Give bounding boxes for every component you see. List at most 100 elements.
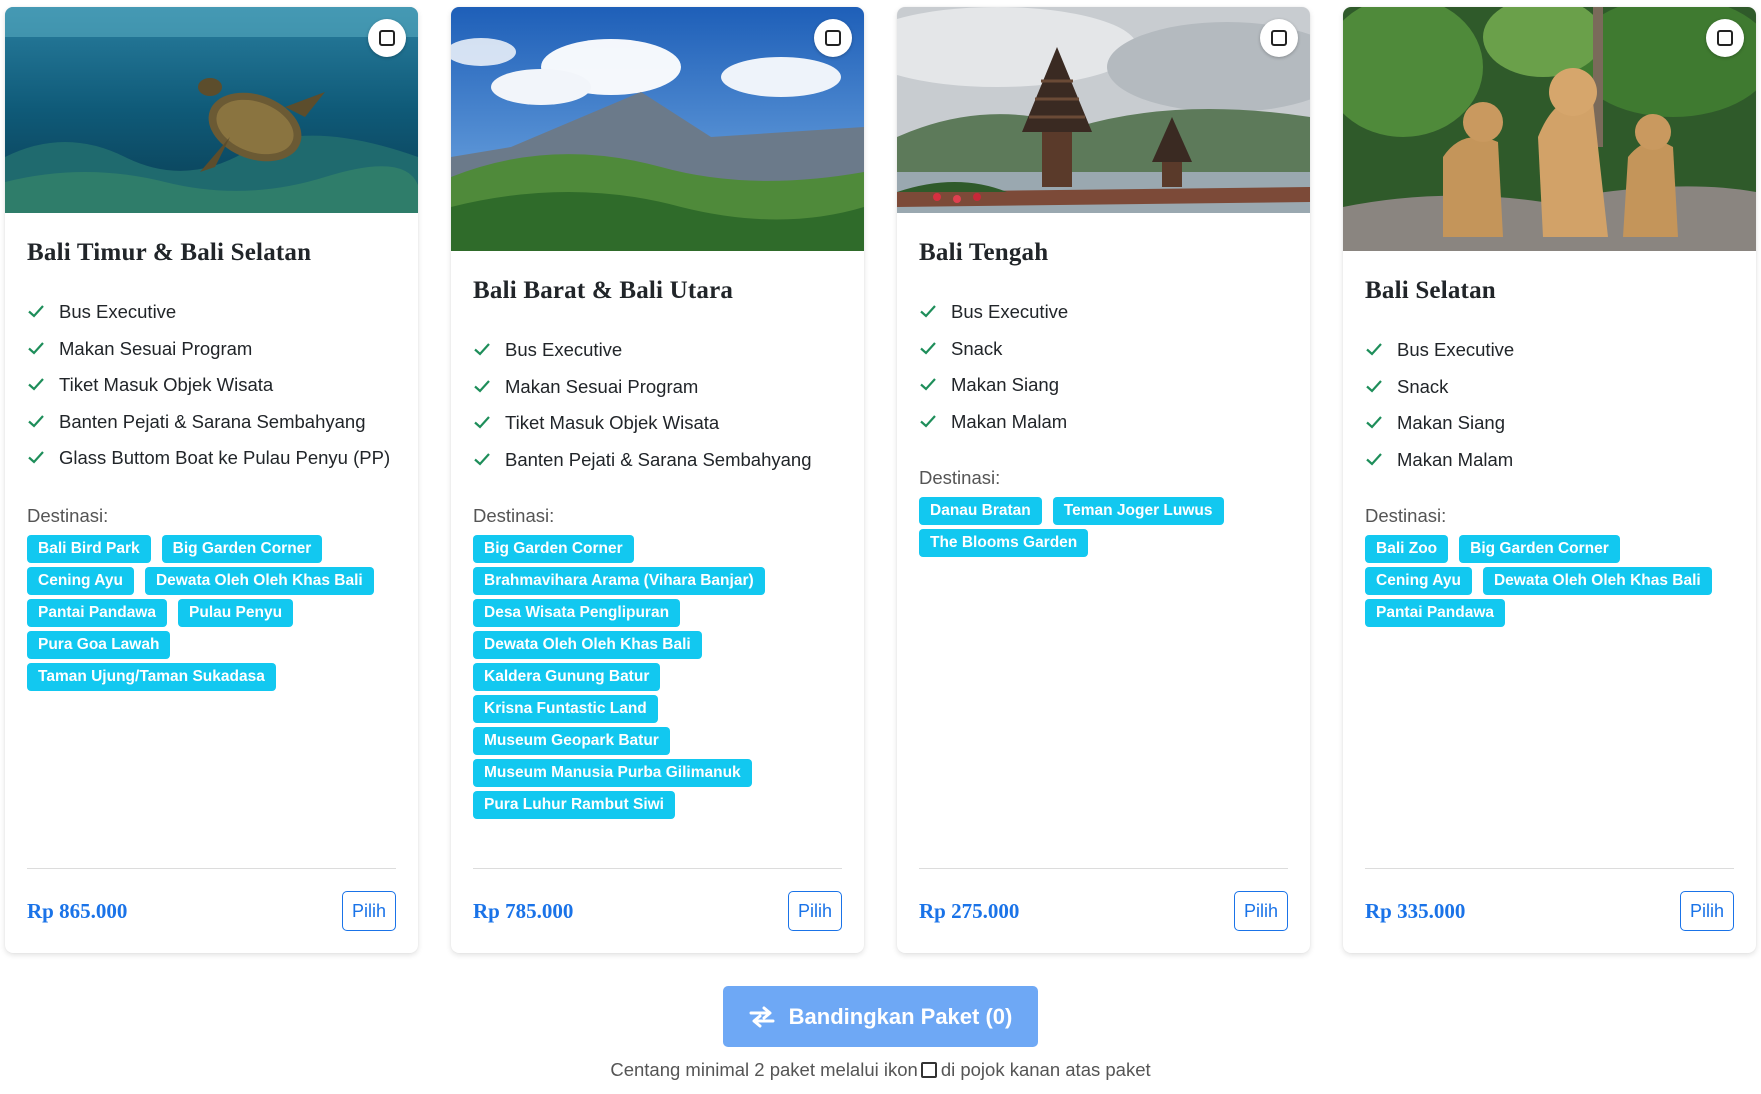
compare-hint: Centang minimal 2 paket melalui ikon di p… xyxy=(0,1059,1761,1081)
compare-button-label: Bandingkan Paket (0) xyxy=(788,1003,1013,1029)
destination-tag: Big Garden Corner xyxy=(1459,534,1620,563)
compare-section: Bandingkan Paket (0) xyxy=(0,986,1761,1047)
feature-item: Bus Executive xyxy=(1365,335,1734,364)
destination-tag: Bali Zoo xyxy=(1365,534,1449,563)
package-card: Bali Selatan Bus Executive Snack Makan S… xyxy=(1343,7,1756,953)
destination-tag: Krisna Funtastic Land xyxy=(473,694,658,723)
package-title: Bali Tengah xyxy=(919,239,1049,266)
compare-checkbox[interactable] xyxy=(1706,19,1744,57)
check-icon xyxy=(28,378,44,391)
package-title: Bali Timur & Bali Selatan xyxy=(27,239,312,266)
feature-item: Tiket Masuk Objek Wisata xyxy=(27,370,396,399)
check-icon xyxy=(474,343,490,356)
compare-checkbox[interactable] xyxy=(814,19,852,57)
destination-tag: Big Garden Corner xyxy=(473,534,634,563)
package-image xyxy=(1343,7,1756,251)
compare-packages-button[interactable]: Bandingkan Paket (0) xyxy=(723,986,1038,1047)
feature-item: Banten Pejati & Sarana Sembahyang xyxy=(27,407,396,436)
destination-tag: Museum Manusia Purba Gilimanuk xyxy=(473,758,752,787)
destination-tag: Taman Ujung/Taman Sukadasa xyxy=(27,663,276,691)
swap-arrows-icon xyxy=(749,1006,775,1027)
destination-tag: Pantai Pandawa xyxy=(1365,598,1506,627)
package-title: Bali Selatan xyxy=(1365,277,1496,304)
destination-tag: Pura Luhur Rambut Siwi xyxy=(473,790,675,819)
check-icon xyxy=(920,378,936,391)
hint-text-after: di pojok kanan atas paket xyxy=(940,1059,1151,1080)
card-footer: Rp 865.000 Pilih xyxy=(27,868,396,953)
destination-tag: Big Garden Corner xyxy=(161,535,323,563)
destination-tag: Bali Bird Park xyxy=(27,535,151,563)
destination-tags: Big Garden Corner Brahmavihara Arama (Vi… xyxy=(473,534,842,819)
destinations-label: Destinasi: xyxy=(919,466,1001,488)
compare-checkbox[interactable] xyxy=(1260,19,1298,57)
package-image xyxy=(5,7,418,213)
card-footer: Rp 335.000 Pilih xyxy=(1365,868,1734,953)
feature-list: Bus Executive Snack Makan Siang Makan Ma… xyxy=(919,297,1288,436)
feature-item: Bus Executive xyxy=(27,297,396,326)
check-icon xyxy=(28,414,44,428)
compare-checkbox[interactable] xyxy=(368,19,406,57)
destination-tag: Teman Joger Luwus xyxy=(1052,496,1224,525)
feature-item: Makan Malam xyxy=(1365,445,1734,474)
package-image xyxy=(897,7,1310,213)
feature-item: Banten Pejati & Sarana Sembahyang xyxy=(473,445,842,474)
check-icon xyxy=(28,451,44,464)
destination-tag: Dewata Oleh Oleh Khas Bali xyxy=(144,567,374,595)
check-icon xyxy=(1366,379,1382,393)
pick-button[interactable]: Pilih xyxy=(1679,891,1734,931)
feature-item: Snack xyxy=(1365,372,1734,401)
destination-tag: Cening Ayu xyxy=(1365,566,1472,595)
check-icon xyxy=(920,414,936,428)
package-title: Bali Barat & Bali Utara xyxy=(473,277,734,304)
check-icon xyxy=(474,452,490,466)
card-footer: Rp 275.000 Pilih xyxy=(919,868,1288,953)
feature-item: Makan Siang xyxy=(1365,408,1734,437)
destinations-label: Destinasi: xyxy=(27,505,109,526)
check-icon xyxy=(1366,452,1382,466)
destination-tag: Brahmavihara Arama (Vihara Banjar) xyxy=(473,566,765,595)
check-icon xyxy=(920,305,936,318)
destination-tags: Bali Bird Park Big Garden Corner Cening … xyxy=(27,535,396,691)
destination-tag: Danau Bratan xyxy=(919,496,1042,525)
package-card: Bali Barat & Bali Utara Bus Executive Ma… xyxy=(451,7,864,953)
feature-item: Glass Buttom Boat ke Pulau Penyu (PP) xyxy=(27,443,396,472)
package-price: Rp 275.000 xyxy=(919,898,1020,923)
check-icon xyxy=(28,305,44,318)
package-card: Bali Tengah Bus Executive Snack Makan Si… xyxy=(897,7,1310,953)
card-footer: Rp 785.000 Pilih xyxy=(473,868,842,953)
destination-tag: Pura Goa Lawah xyxy=(27,631,171,659)
check-icon xyxy=(28,341,44,355)
destination-tag: Desa Wisata Penglipuran xyxy=(473,598,681,627)
checkbox-icon xyxy=(1717,30,1733,46)
destination-tag: Pulau Penyu xyxy=(178,599,294,627)
package-image xyxy=(451,7,864,251)
destinations-label: Destinasi: xyxy=(1365,504,1447,526)
feature-item: Makan Sesuai Program xyxy=(473,372,842,401)
pick-button[interactable]: Pilih xyxy=(787,891,842,931)
destination-tag: Pantai Pandawa xyxy=(27,599,168,627)
check-icon xyxy=(920,341,936,355)
package-grid: Bali Timur & Bali Selatan Bus Executive … xyxy=(5,7,1756,953)
check-icon xyxy=(1366,416,1382,429)
destination-tag: Dewata Oleh Oleh Khas Bali xyxy=(1482,566,1712,595)
package-price: Rp 785.000 xyxy=(473,898,574,923)
feature-item: Makan Malam xyxy=(919,407,1288,436)
feature-list: Bus Executive Makan Sesuai Program Tiket… xyxy=(27,297,396,472)
feature-list: Bus Executive Makan Sesuai Program Tiket… xyxy=(473,335,842,474)
package-price: Rp 335.000 xyxy=(1365,898,1466,923)
pick-button[interactable]: Pilih xyxy=(1233,891,1288,931)
feature-item: Bus Executive xyxy=(919,297,1288,326)
feature-list: Bus Executive Snack Makan Siang Makan Ma… xyxy=(1365,335,1734,474)
package-card: Bali Timur & Bali Selatan Bus Executive … xyxy=(5,7,418,953)
destination-tag: Dewata Oleh Oleh Khas Bali xyxy=(473,630,702,659)
checkbox-icon xyxy=(1271,30,1287,46)
check-icon xyxy=(474,379,490,393)
feature-item: Snack xyxy=(919,334,1288,363)
destinations-label: Destinasi: xyxy=(473,504,555,526)
checkbox-icon xyxy=(825,30,841,46)
destination-tag: Museum Geopark Batur xyxy=(473,726,670,755)
check-icon xyxy=(1366,343,1382,356)
pick-button[interactable]: Pilih xyxy=(341,891,396,931)
destination-tag: The Blooms Garden xyxy=(919,528,1089,557)
checkbox-icon xyxy=(379,30,395,46)
